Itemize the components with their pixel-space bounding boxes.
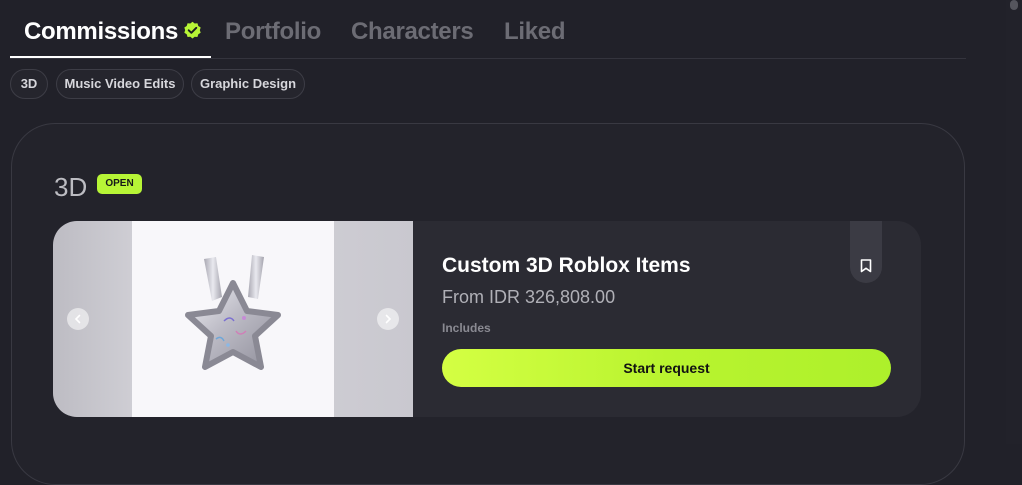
tab-characters[interactable]: Characters — [351, 18, 474, 46]
verified-icon — [184, 21, 201, 39]
profile-tabs: Commissions Portfolio Characters Liked — [10, 0, 966, 59]
bookmark-icon — [860, 259, 872, 273]
tab-portfolio[interactable]: Portfolio — [225, 18, 321, 46]
commission-title[interactable]: Custom 3D Roblox Items — [442, 254, 691, 278]
gallery-prev-button[interactable] — [67, 308, 89, 330]
filter-chip-3d[interactable]: 3D — [10, 69, 48, 99]
status-badge: OPEN — [97, 174, 142, 194]
star-bag-illustration — [185, 255, 281, 370]
scrollbar-thumb[interactable] — [1010, 0, 1018, 10]
filter-chip-graphic-design[interactable]: Graphic Design — [191, 69, 305, 99]
includes-label: Includes — [442, 321, 491, 335]
commission-card[interactable]: Custom 3D Roblox Items From IDR 326,808.… — [53, 221, 921, 417]
bookmark-button[interactable] — [850, 221, 882, 283]
product-image — [132, 221, 334, 417]
chevron-left-icon — [74, 314, 81, 324]
tab-liked[interactable]: Liked — [504, 18, 565, 46]
commission-price: From IDR 326,808.00 — [442, 287, 616, 307]
active-tab-indicator — [10, 56, 211, 58]
page-scrollbar[interactable] — [1006, 0, 1022, 444]
tab-label: Commissions — [24, 18, 179, 45]
tab-commissions[interactable]: Commissions — [24, 18, 202, 46]
filter-chip-music-video-edits[interactable]: Music Video Edits — [56, 69, 184, 99]
gallery-next-button[interactable] — [377, 308, 399, 330]
section-title: 3D — [54, 172, 88, 202]
image-gallery[interactable] — [53, 221, 413, 417]
start-request-button[interactable]: Start request — [442, 349, 891, 387]
chevron-right-icon — [385, 314, 392, 324]
commission-section-3d: 3D OPEN Custom 3D Roblox Items From IDR … — [11, 123, 965, 485]
